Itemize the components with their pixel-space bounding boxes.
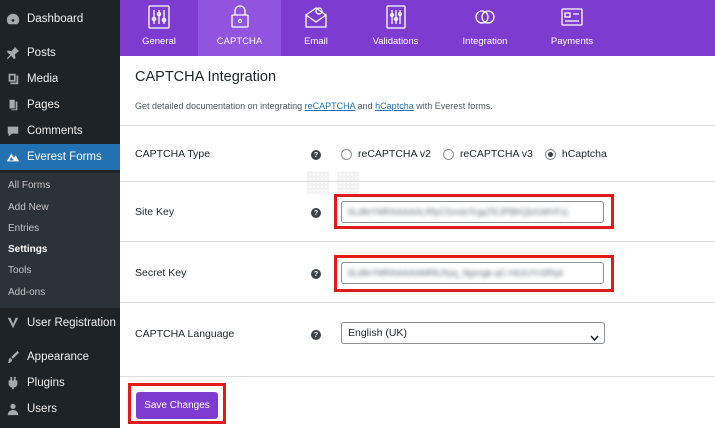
divider	[120, 241, 715, 242]
submenu-all-forms[interactable]: All Forms	[8, 177, 50, 195]
pin-icon	[6, 46, 20, 60]
tab-label: Email	[304, 36, 328, 47]
tab-label: Payments	[550, 36, 594, 47]
highlight-box	[128, 383, 226, 424]
lock-icon	[229, 5, 251, 29]
description-text: Get detailed documentation on integratin…	[135, 101, 305, 111]
description-text: with Everest forms.	[413, 101, 493, 111]
radio-circle-selected[interactable]	[544, 148, 556, 160]
tab-captcha[interactable]: CAPTCHA	[198, 0, 281, 56]
captcha-type-radio-group: reCAPTCHA v2 reCAPTCHA v3 hCaptcha	[341, 148, 619, 160]
radio-circle[interactable]	[442, 148, 454, 160]
sidebar-item-everest-forms[interactable]: Everest Forms	[0, 144, 120, 170]
payments-icon	[561, 5, 583, 29]
sidebar-item-label: Plugins	[27, 377, 65, 389]
radio-label: reCAPTCHA v3	[459, 148, 533, 160]
sidebar-item-label: Posts	[27, 47, 56, 59]
captcha-language-select[interactable]: English (UK)	[341, 322, 605, 344]
recaptcha-doc-link[interactable]: reCAPTCHA	[305, 101, 356, 111]
description-text: and	[355, 101, 376, 111]
highlight-box	[334, 194, 614, 229]
radio-recaptcha-v3[interactable]: reCAPTCHA v3	[442, 148, 533, 160]
help-icon[interactable]: ?	[311, 150, 321, 160]
media-icon	[6, 72, 20, 86]
secret-key-label: Secret Key	[135, 267, 187, 279]
radio-circle[interactable]	[341, 148, 352, 160]
hcaptcha-doc-link[interactable]: hCaptcha	[375, 101, 414, 111]
divider	[120, 376, 715, 377]
captcha-language-label: CAPTCHA Language	[135, 328, 235, 340]
sliders-icon	[148, 5, 170, 29]
settings-tabs: General CAPTCHA Email Validations Integr…	[120, 0, 715, 56]
submenu-entries[interactable]: Entries	[8, 220, 39, 238]
email-icon	[305, 5, 327, 29]
tab-integration[interactable]: Integration	[440, 0, 530, 56]
chevron-down-icon	[590, 329, 599, 342]
help-icon[interactable]: ?	[311, 330, 321, 340]
sidebar-item-plugins[interactable]: Plugins	[0, 370, 120, 396]
tab-payments[interactable]: Payments	[530, 0, 614, 56]
sidebar-item-label: Comments	[27, 125, 83, 137]
divider	[120, 181, 715, 182]
sidebar-item-label: Pages	[27, 99, 60, 111]
comment-icon	[6, 124, 20, 138]
sidebar-item-dashboard[interactable]: Dashboard	[0, 6, 120, 32]
sidebar-item-label: Dashboard	[27, 13, 84, 25]
tab-general[interactable]: General	[120, 0, 198, 56]
site-key-label: Site Key	[135, 206, 175, 218]
submenu-add-new[interactable]: Add New	[8, 199, 49, 217]
sidebar-item-user-registration[interactable]: User Registration	[0, 310, 120, 336]
users-icon	[6, 402, 20, 416]
sidebar-item-label: Users	[27, 403, 58, 415]
tab-label: Validations	[372, 36, 419, 47]
sidebar-item-users[interactable]: Users	[0, 396, 120, 422]
highlight-box	[334, 255, 614, 292]
pages-icon	[6, 98, 20, 112]
sidebar-item-media[interactable]: Media	[0, 66, 120, 92]
tab-label: CAPTCHA	[216, 36, 263, 47]
everest-forms-icon	[6, 150, 20, 164]
submenu-settings[interactable]: Settings	[8, 241, 47, 259]
settings-content: ▦ ▦ CAPTCHA Integration Get detailed doc…	[120, 56, 715, 428]
sidebar-item-posts[interactable]: Posts	[0, 40, 120, 66]
radio-label: reCAPTCHA v2	[358, 148, 431, 160]
admin-sidebar: Dashboard Posts Media Pages Comments Eve…	[0, 0, 120, 428]
tab-label: Integration	[462, 36, 508, 47]
validations-icon	[385, 5, 407, 29]
sidebar-item-label: Media	[27, 73, 59, 85]
tab-validations[interactable]: Validations	[351, 0, 440, 56]
radio-recaptcha-v2[interactable]: reCAPTCHA v2	[341, 148, 431, 160]
submenu-add-ons[interactable]: Add-ons	[8, 284, 45, 302]
sidebar-item-appearance[interactable]: Appearance	[0, 344, 120, 370]
radio-hcaptcha[interactable]: hCaptcha	[544, 148, 607, 160]
select-value: English (UK)	[348, 327, 407, 339]
sidebar-item-pages[interactable]: Pages	[0, 92, 120, 118]
user-registration-icon	[6, 316, 20, 330]
tab-email[interactable]: Email	[281, 0, 351, 56]
sidebar-item-comments[interactable]: Comments	[0, 118, 120, 144]
brush-icon	[6, 350, 20, 364]
integration-icon	[474, 5, 496, 29]
help-icon[interactable]: ?	[311, 208, 321, 218]
radio-label: hCaptcha	[561, 148, 607, 160]
help-icon[interactable]: ?	[311, 269, 321, 279]
sidebar-item-label: Appearance	[27, 351, 90, 363]
sidebar-item-label: User Registration	[27, 317, 116, 329]
page-title: CAPTCHA Integration	[135, 69, 277, 85]
captcha-panel: ▦ ▦ CAPTCHA Integration Get detailed doc…	[120, 56, 715, 428]
plugin-icon	[6, 376, 20, 390]
sidebar-item-label: Everest Forms	[27, 151, 102, 163]
divider	[120, 125, 715, 126]
tab-label: General	[142, 36, 176, 47]
captcha-type-label: CAPTCHA Type	[135, 148, 211, 160]
submenu-tools[interactable]: Tools	[8, 262, 31, 280]
dashboard-icon	[6, 12, 20, 26]
everest-forms-submenu: All Forms Add New Entries Settings Tools…	[0, 173, 120, 308]
divider	[120, 302, 715, 303]
page-description: Get detailed documentation on integratin…	[135, 101, 493, 111]
